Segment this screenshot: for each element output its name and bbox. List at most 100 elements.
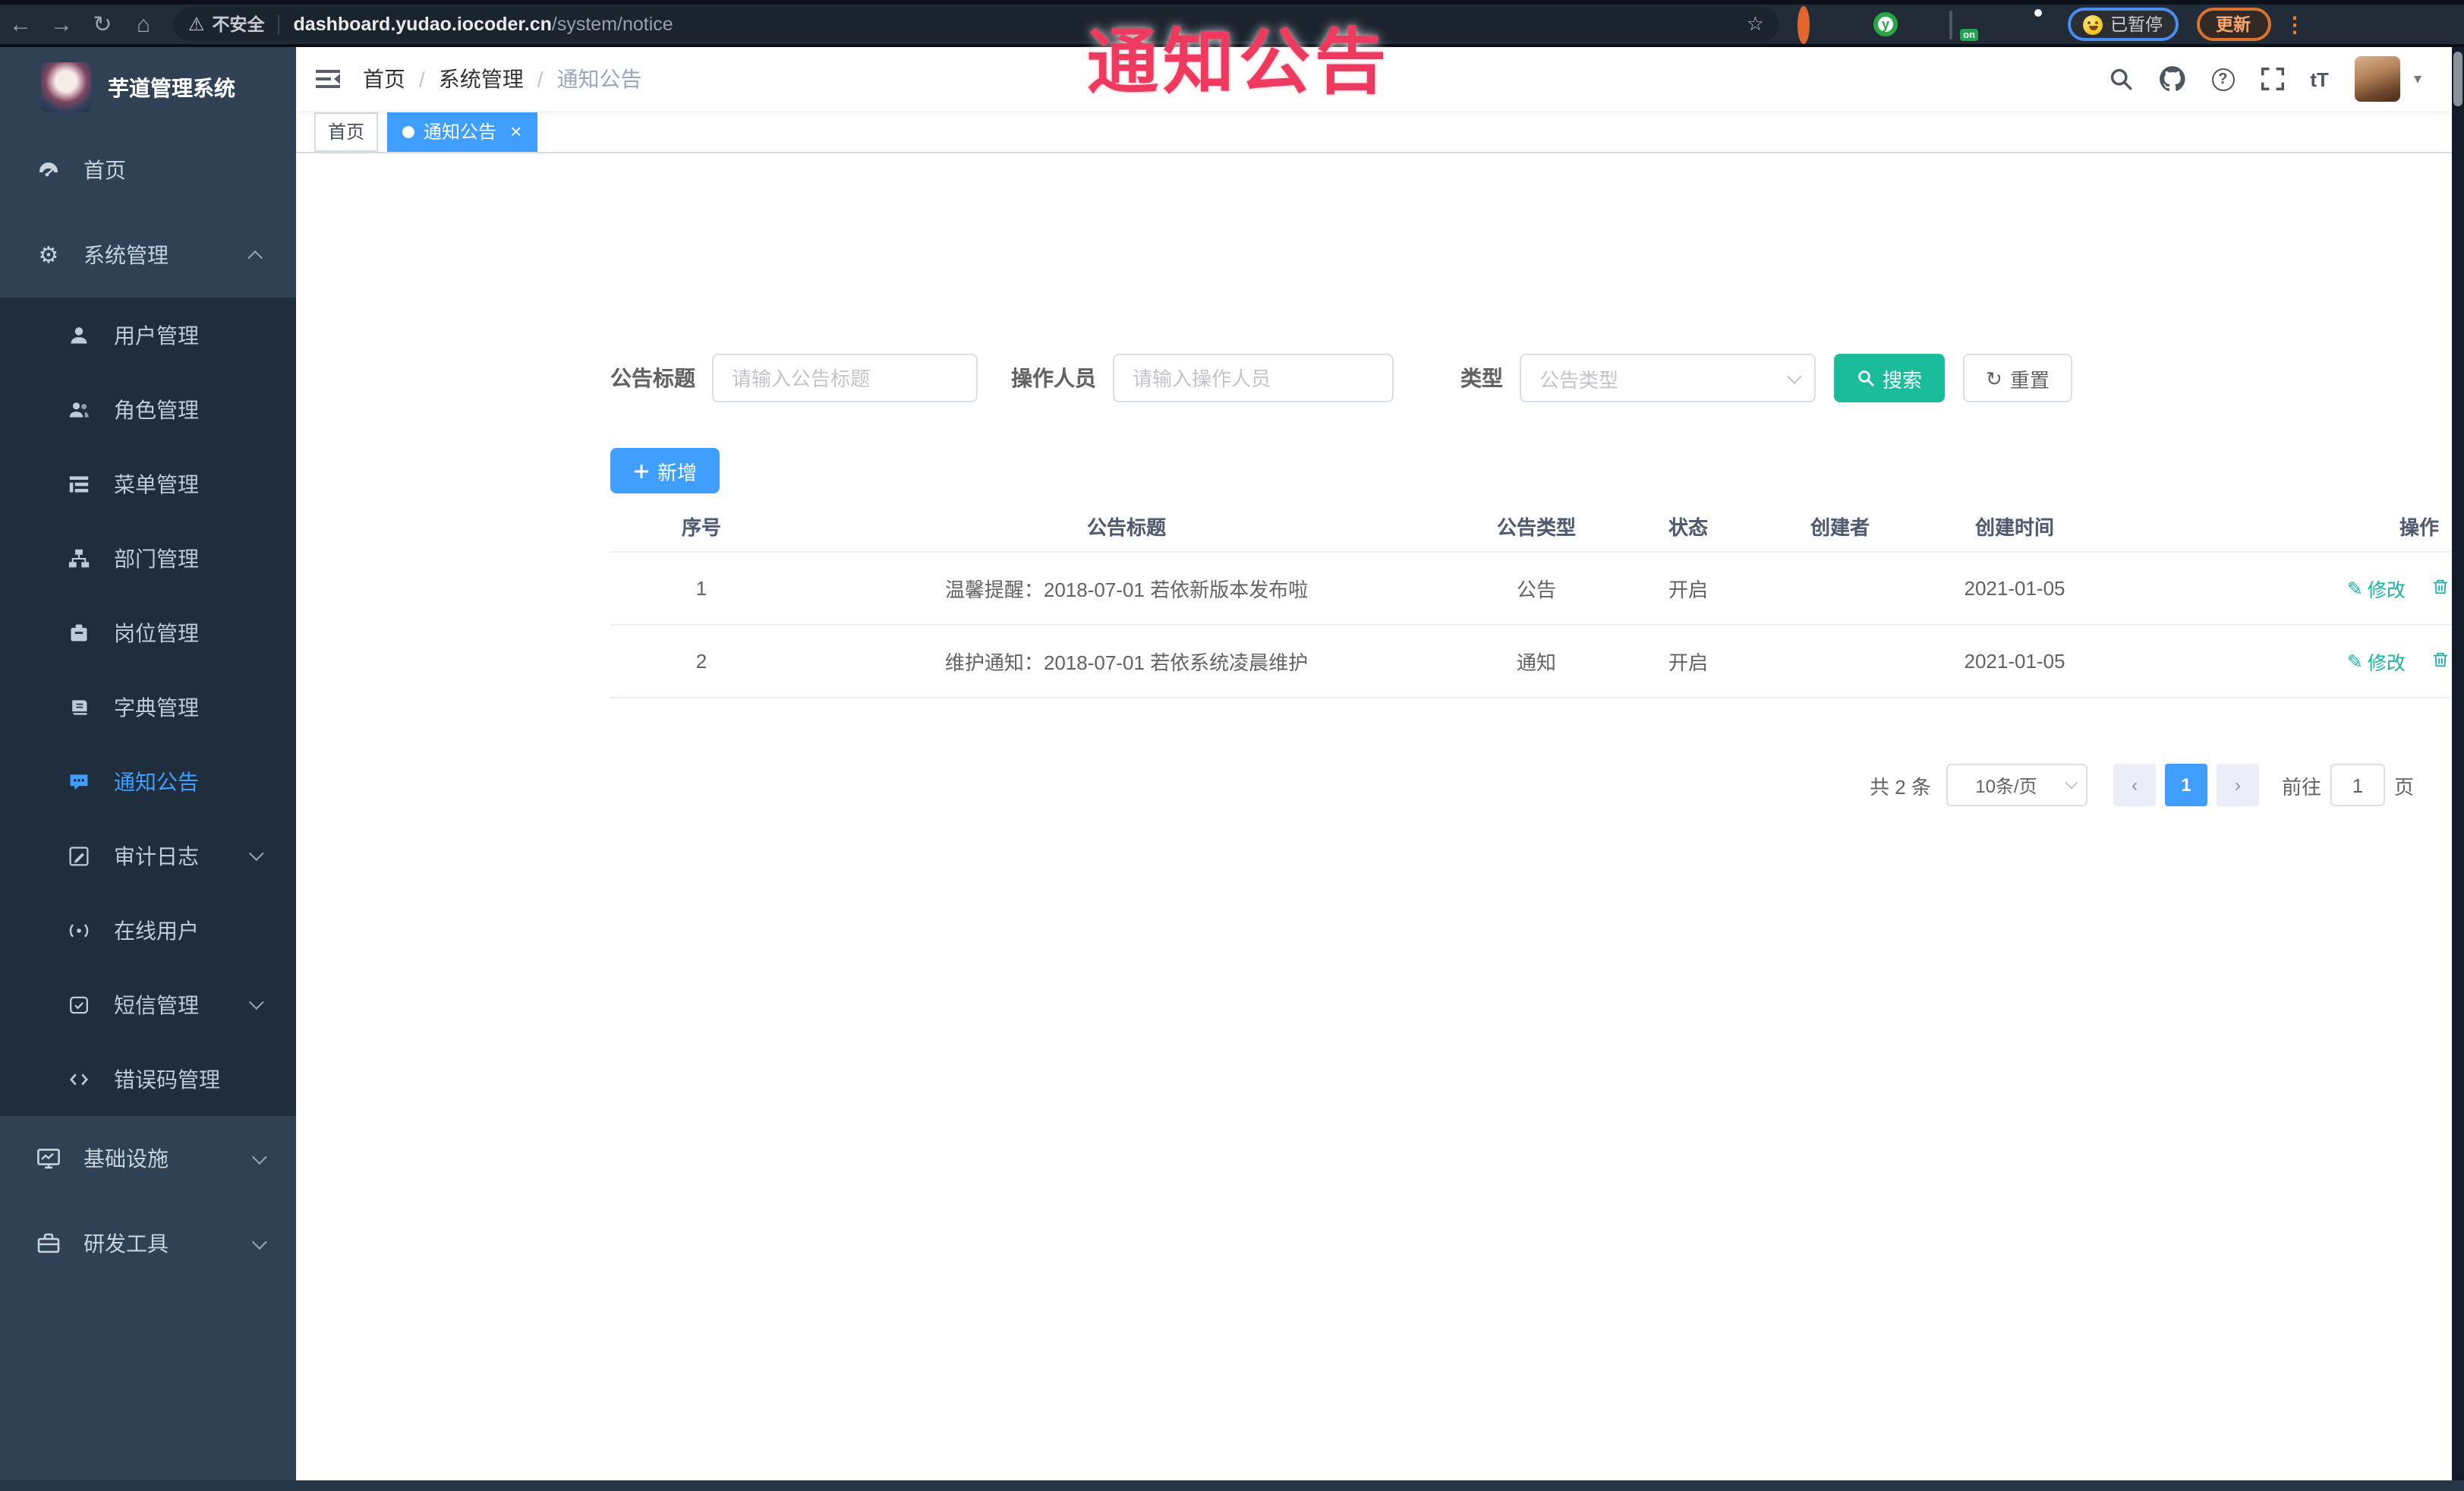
scrollbar-thumb[interactable]: [2453, 52, 2462, 106]
not-secure-warning-icon: ⚠: [188, 14, 205, 35]
prev-page-button[interactable]: ‹: [2113, 764, 2156, 806]
goto-page-input[interactable]: [2330, 764, 2385, 806]
breadcrumb-system[interactable]: 系统管理: [439, 64, 524, 94]
sidebar-item-label: 用户管理: [114, 323, 199, 347]
sidebar-item-infrastructure[interactable]: 基础设施: [0, 1116, 296, 1201]
sidebar-item-audit-log[interactable]: 审计日志: [0, 818, 296, 893]
chevron-down-icon: [2065, 776, 2078, 790]
hamburger-icon[interactable]: [316, 68, 340, 90]
sidebar-item-label: 通知公告: [114, 769, 199, 793]
notice-title-label: 公告标题: [610, 366, 695, 390]
notice-title-input[interactable]: [712, 354, 978, 402]
browser-back-icon[interactable]: ←: [0, 11, 41, 37]
sidebar-item-dict[interactable]: 字典管理: [0, 670, 296, 744]
peoples-icon: [61, 399, 97, 420]
cell-created: 2021-01-05: [1916, 624, 2113, 698]
page-size-value: 10条/页: [1975, 775, 2037, 796]
browser-update-button[interactable]: 更新: [2196, 8, 2270, 41]
sidebar-submenu-system: 用户管理 角色管理 菜单管理 部门管理 岗位管理 字典管理 通知公告 审计日志 …: [0, 298, 296, 1116]
user-avatar[interactable]: [2354, 56, 2400, 102]
not-secure-label[interactable]: 不安全: [213, 12, 265, 36]
header-search-icon[interactable]: [2108, 67, 2132, 91]
sidebar-item-notice[interactable]: 通知公告: [0, 744, 296, 818]
user-icon: [61, 324, 97, 345]
window-bottom-edge: [0, 1480, 2464, 1491]
extensions-puzzle-icon[interactable]: [2025, 12, 2050, 36]
extension-drop-icon[interactable]: [1835, 12, 1860, 36]
sidebar-logo-row[interactable]: 芋道管理系统: [0, 47, 296, 128]
cell-title: 温馨提醒：2018-07-01 若依新版本发布啦: [792, 551, 1460, 625]
address-bar[interactable]: ⚠ 不安全 dashboard.yudao.iocoder.cn /system…: [173, 8, 1779, 41]
breadcrumb: 首页 / 系统管理 / 通知公告: [363, 64, 642, 94]
sidebar-item-sms[interactable]: 短信管理: [0, 967, 296, 1042]
sidebar-item-users[interactable]: 用户管理: [0, 298, 296, 372]
edit-link[interactable]: ✎ 修改: [2347, 574, 2406, 603]
chevron-down-icon: [248, 846, 264, 862]
sidebar-item-posts[interactable]: 岗位管理: [0, 595, 296, 670]
fullscreen-icon[interactable]: [2260, 67, 2284, 91]
operator-input[interactable]: [1113, 354, 1394, 402]
plus-icon: [634, 463, 649, 478]
browser-home-icon[interactable]: ⌂: [123, 11, 164, 37]
table-header-row: 序号 公告标题 公告类型 状态 创建者 创建时间 操作: [610, 503, 2464, 552]
page-1-button[interactable]: 1: [2164, 764, 2207, 806]
edit-link[interactable]: ✎ 修改: [2347, 647, 2406, 676]
col-title: 公告标题: [792, 503, 1460, 552]
col-created: 创建时间: [1916, 503, 2113, 552]
browser-scrollbar[interactable]: [2452, 47, 2464, 1491]
message-bubble-icon: [61, 771, 97, 792]
notice-table: 序号 公告标题 公告类型 状态 创建者 创建时间 操作 1 温馨提醒：2018-…: [610, 503, 2464, 698]
sidebar-item-menus[interactable]: 菜单管理: [0, 446, 296, 521]
browser-reload-icon[interactable]: ↻: [82, 11, 123, 38]
sidebar-item-label: 菜单管理: [114, 471, 199, 496]
cell-actions: ✎修改 删除: [2113, 624, 2464, 698]
bookmark-star-icon[interactable]: ☆: [1747, 12, 1764, 36]
add-button[interactable]: 新增: [610, 448, 720, 493]
profile-paused-chip[interactable]: 已暂停: [2068, 8, 2178, 41]
next-page-button[interactable]: ›: [2216, 764, 2259, 806]
tags-view-bar: 首页 通知公告 ×: [296, 111, 2452, 153]
sidebar-item-roles[interactable]: 角色管理: [0, 372, 296, 446]
cell-type: 公告: [1460, 551, 1612, 625]
avatar-caret-down-icon[interactable]: ▾: [2414, 71, 2421, 87]
breadcrumb-home[interactable]: 首页: [363, 64, 405, 94]
cell-status: 开启: [1612, 624, 1764, 698]
cell-type: 通知: [1460, 624, 1612, 698]
sidebar-item-departments[interactable]: 部门管理: [0, 521, 296, 595]
extension-ring-icon[interactable]: [1798, 6, 1822, 44]
message-check-icon: [61, 994, 97, 1015]
browser-forward-icon[interactable]: →: [41, 11, 82, 37]
sidebar-item-system[interactable]: ⚙ 系统管理: [0, 213, 296, 298]
sidebar-item-online-users[interactable]: 在线用户: [0, 893, 296, 967]
app-root: ← → ↻ ⌂ ⚠ 不安全 dashboard.yudao.iocoder.cn…: [0, 0, 2464, 1491]
sidebar-item-dev-tools[interactable]: 研发工具: [0, 1201, 296, 1286]
monitor-icon: [30, 1146, 67, 1171]
col-creator: 创建者: [1764, 503, 1916, 552]
github-icon[interactable]: [2158, 65, 2185, 93]
search-button[interactable]: 搜索: [1834, 354, 1946, 402]
reset-button[interactable]: ↻ 重置: [1963, 354, 2072, 402]
font-size-icon[interactable]: tT: [2310, 68, 2329, 90]
url-host[interactable]: dashboard.yudao.iocoder.cn: [294, 14, 552, 35]
extension-on-badge: on: [1960, 29, 1978, 41]
extension-switch-icon[interactable]: on: [1949, 11, 1978, 41]
url-path[interactable]: /system/notice: [552, 14, 673, 35]
extension-y-icon[interactable]: y: [1873, 12, 1898, 36]
tag-home[interactable]: 首页: [314, 112, 379, 151]
cell-title: 维护通知：2018-07-01 若依系统凌晨维护: [792, 624, 1460, 698]
tag-label: 首页: [328, 121, 365, 143]
page-size-select[interactable]: 10条/页: [1946, 764, 2087, 806]
sidebar-item-label: 字典管理: [114, 695, 199, 719]
cell-no: 1: [610, 551, 792, 625]
cell-creator: [1764, 624, 1916, 698]
sidebar-item-home[interactable]: 首页: [0, 128, 296, 213]
log-edit-icon: [61, 845, 97, 866]
help-icon[interactable]: ?: [2211, 68, 2235, 90]
extension-gem-icon[interactable]: [1911, 12, 1936, 36]
type-select[interactable]: 公告类型: [1520, 354, 1816, 402]
browser-menu-dots-icon[interactable]: ⋮: [2284, 11, 2305, 37]
sidebar-item-error-codes[interactable]: 错误码管理: [0, 1042, 296, 1116]
extension-leaf-icon[interactable]: [1987, 12, 2012, 36]
tag-notice-active[interactable]: 通知公告 ×: [387, 112, 537, 151]
tag-close-icon[interactable]: ×: [510, 121, 521, 141]
